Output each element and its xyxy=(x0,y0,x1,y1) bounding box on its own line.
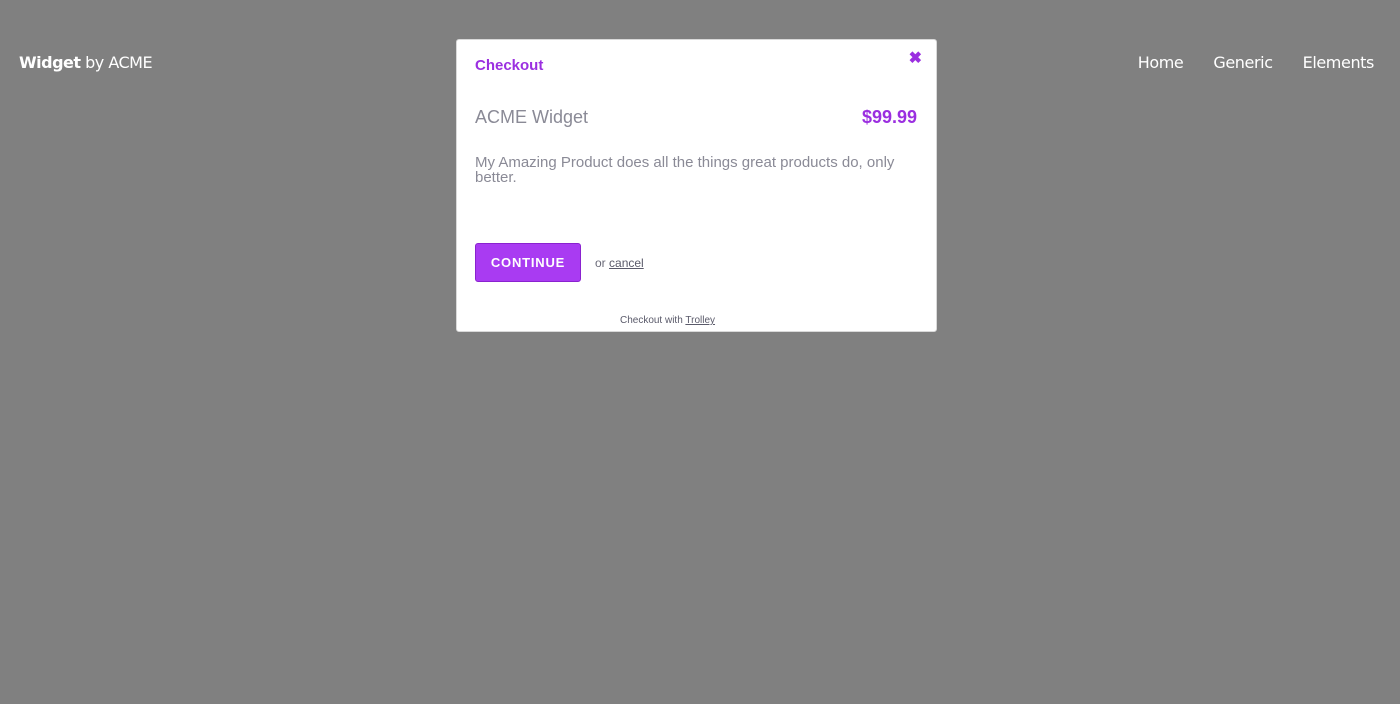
footer-prefix: Checkout with xyxy=(619,315,686,326)
main-nav: Home Generic Elements xyxy=(1108,52,1375,74)
cancel-link[interactable]: cancel xyxy=(609,256,644,270)
brand-logo[interactable]: Widget by ACME xyxy=(19,52,153,74)
checkout-modal: Checkout ✖ ACME Widget $99.99 My Amazing… xyxy=(456,39,937,332)
product-name: ACME Widget xyxy=(475,107,589,127)
product-description: My Amazing Product does all the things g… xyxy=(475,154,895,186)
checkout-footer: Checkout with Trolley xyxy=(457,315,936,326)
modal-title: Checkout xyxy=(475,57,544,74)
or-text: or xyxy=(595,256,610,270)
continue-button[interactable]: CONTINUE xyxy=(475,243,581,282)
product-price: $99.99 xyxy=(861,107,917,127)
close-icon[interactable]: ✖ xyxy=(909,51,922,67)
nav-home-link[interactable]: Home xyxy=(1138,52,1184,74)
brand-rest: by ACME xyxy=(80,53,153,72)
nav-elements-link[interactable]: Elements xyxy=(1303,52,1375,74)
nav-generic-link[interactable]: Generic xyxy=(1213,52,1273,74)
trolley-link[interactable]: Trolley xyxy=(685,315,715,326)
or-cancel-text: or cancel xyxy=(595,256,644,270)
brand-bold: Widget xyxy=(19,53,81,72)
